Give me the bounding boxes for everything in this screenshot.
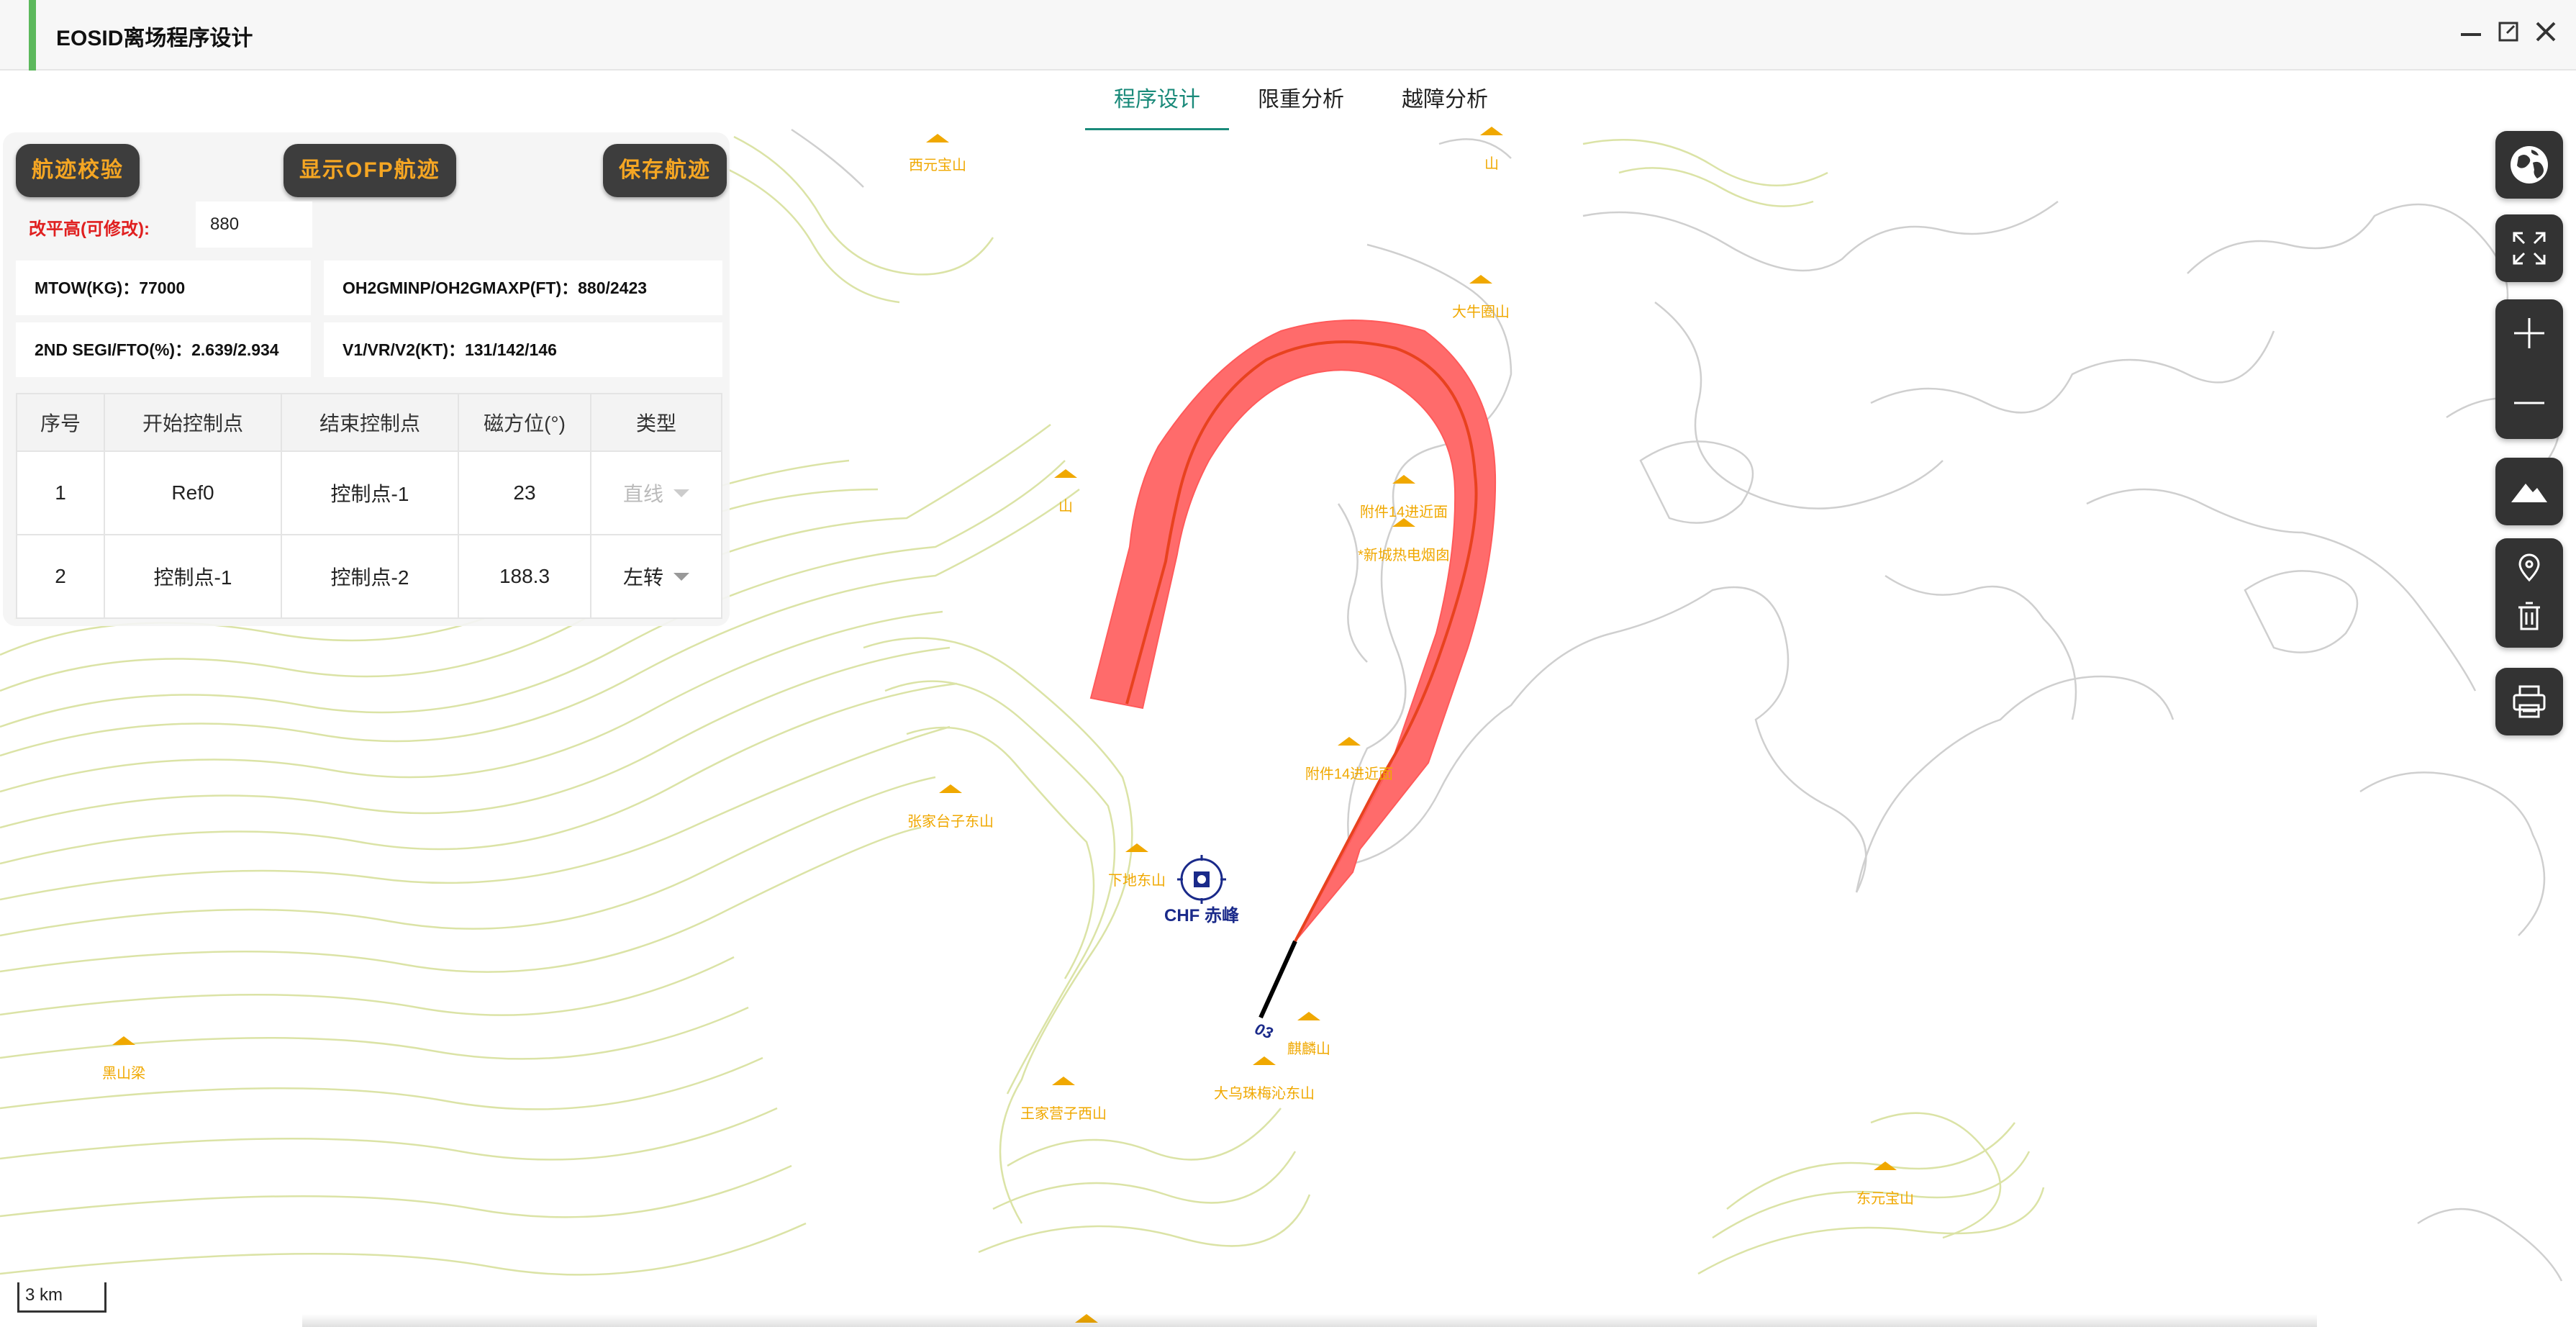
- terrain-button[interactable]: [2495, 458, 2563, 525]
- tab-weight-limit[interactable]: 限重分析: [1229, 72, 1373, 128]
- cell-end-point: 控制点-1: [281, 450, 459, 535]
- header-start-point: 开始控制点: [104, 393, 282, 452]
- location-pin-icon[interactable]: [2495, 538, 2563, 593]
- peak-label: *新城热电烟囱: [1358, 547, 1450, 563]
- peak-label: 大牛圈山: [1452, 304, 1510, 320]
- table-header-row: 序号 开始控制点 结束控制点 磁方位(°) 类型: [16, 393, 722, 452]
- header-bearing: 磁方位(°): [458, 393, 591, 452]
- tab-procedure-design[interactable]: 程序设计: [1085, 72, 1229, 130]
- cell-no: 2: [16, 534, 105, 619]
- globe-icon: [2511, 146, 2548, 184]
- type-select[interactable]: 左转: [623, 562, 689, 591]
- cell-end-point: 控制点-2: [281, 534, 459, 619]
- printer-icon: [2513, 685, 2546, 718]
- zoom-controls: [2495, 299, 2563, 439]
- peak-label: 王家营子西山: [1020, 1105, 1107, 1122]
- peak-icon: [1253, 1056, 1276, 1065]
- marker-controls: [2495, 538, 2563, 648]
- runway-line: [1258, 940, 1297, 1019]
- peak-icon: [1297, 1012, 1320, 1020]
- oh2g-info: OH2GMINP/OH2GMAXP(FT)：880/2423: [324, 261, 722, 315]
- scale-bar: 3 km: [17, 1282, 106, 1313]
- peak-label: 黑山梁: [102, 1065, 145, 1082]
- station-label: CHF 赤峰: [1164, 905, 1239, 925]
- peak-label: 西元宝山: [909, 157, 966, 173]
- title-bar: EOSID离场程序设计: [0, 0, 2576, 71]
- peak-label: 附件14进近面: [1360, 504, 1448, 520]
- departure-track: [1089, 320, 1497, 1019]
- peak-label: 山: [1058, 498, 1073, 515]
- mtow-info: MTOW(KG)：77000: [16, 261, 311, 315]
- scale-label: 3 km: [25, 1285, 63, 1305]
- level-off-height-input[interactable]: [196, 201, 312, 248]
- v-speeds-info: V1/VR/V2(KT)：131/142/146: [324, 322, 722, 377]
- bottom-edge-shadow: [302, 1314, 2317, 1327]
- cell-start-point: Ref0: [104, 450, 282, 535]
- type-select-value: 左转: [622, 566, 663, 589]
- table-row[interactable]: 2 控制点-1 控制点-2 188.3 左转: [16, 534, 722, 619]
- fullscreen-button[interactable]: [2495, 214, 2563, 282]
- peak-icon: [1125, 843, 1148, 852]
- cell-bearing[interactable]: 23: [458, 450, 591, 535]
- maximize-icon[interactable]: [2494, 17, 2523, 46]
- peak-icon: [1338, 737, 1361, 746]
- peak-label: 附件14进近面: [1305, 766, 1393, 782]
- peak-label: 麒麟山: [1287, 1041, 1330, 1057]
- close-icon[interactable]: [2531, 17, 2560, 46]
- segment-gradient-info: 2ND SEGI/FTO(%)：2.639/2.934: [16, 322, 311, 377]
- verify-track-button[interactable]: 航迹校验: [16, 144, 140, 197]
- peak-icon: [1052, 1077, 1075, 1085]
- peak-icon: [1469, 275, 1492, 284]
- show-ofp-track-button[interactable]: 显示OFP航迹: [284, 144, 456, 197]
- zoom-in-icon[interactable]: [2495, 299, 2563, 367]
- header-type: 类型: [590, 393, 722, 452]
- tab-bar: 程序设计 限重分析 越障分析: [1085, 72, 1517, 130]
- chevron-down-icon: [674, 489, 689, 497]
- cell-bearing[interactable]: 188.3: [458, 534, 591, 619]
- chevron-down-icon: [674, 572, 689, 581]
- terrain-icon: [2511, 484, 2547, 502]
- peak-label: 山: [1484, 155, 1499, 172]
- peak-icon: [1874, 1161, 1897, 1170]
- zoom-out-icon[interactable]: [2495, 367, 2563, 435]
- peak-label: 张家台子东山: [907, 813, 994, 830]
- cell-type: 直线: [590, 450, 722, 535]
- print-button[interactable]: [2495, 668, 2563, 735]
- runway-label: 03: [1253, 1020, 1276, 1043]
- save-track-button[interactable]: 保存航迹: [603, 144, 727, 197]
- protection-area: [1089, 320, 1497, 942]
- type-select[interactable]: 直线: [623, 479, 689, 507]
- window-title: EOSID离场程序设计: [56, 27, 253, 50]
- cell-no: 1: [16, 450, 105, 535]
- cell-start-point: 控制点-1: [104, 534, 282, 619]
- vor-station[interactable]: CHF 赤峰: [1164, 855, 1239, 925]
- peak-label: 东元宝山: [1856, 1190, 1914, 1207]
- header-no: 序号: [16, 393, 105, 452]
- tab-obstacle-analysis[interactable]: 越障分析: [1373, 72, 1517, 128]
- cell-type: 左转: [590, 534, 722, 619]
- globe-button[interactable]: [2495, 131, 2563, 199]
- table-row[interactable]: 1 Ref0 控制点-1 23 直线: [16, 450, 722, 535]
- header-end-point: 结束控制点: [281, 393, 459, 452]
- procedure-panel: 航迹校验 显示OFP航迹 保存航迹 改平高(可修改): MTOW(KG)：770…: [3, 132, 730, 626]
- peak-icon: [926, 134, 949, 142]
- trash-icon[interactable]: [2495, 593, 2563, 648]
- control-point-table: 序号 开始控制点 结束控制点 磁方位(°) 类型 1 Ref0 控制点-1 23…: [16, 393, 722, 619]
- peak-label: 下地东山: [1108, 872, 1166, 889]
- peak-icon: [939, 784, 962, 793]
- minimize-icon[interactable]: [2457, 17, 2485, 46]
- peak-label: 大乌珠梅沁东山: [1214, 1085, 1315, 1102]
- level-off-height-label: 改平高(可修改):: [29, 219, 150, 239]
- title-accent: [29, 0, 36, 71]
- fullscreen-icon: [2513, 232, 2546, 265]
- type-select-value: 直线: [622, 483, 663, 505]
- peak-icon: [112, 1036, 135, 1045]
- peak-icon: [1054, 469, 1077, 478]
